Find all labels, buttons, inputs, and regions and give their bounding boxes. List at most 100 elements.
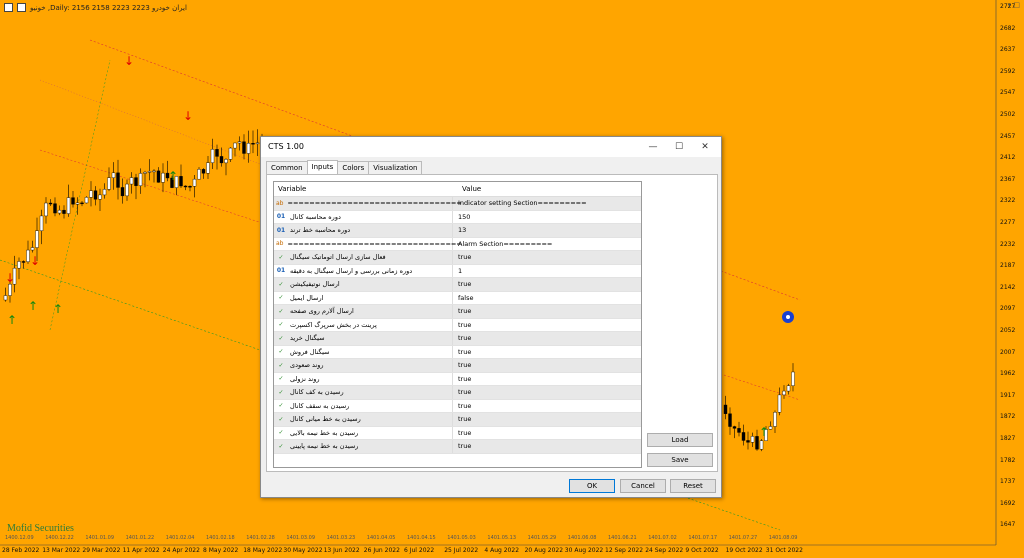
value-cell[interactable]: true: [453, 429, 641, 437]
table-row[interactable]: ✓ رسیدن به سقف کانال true: [274, 399, 641, 413]
value-cell[interactable]: 1: [453, 267, 641, 275]
table-row[interactable]: ✓ رسیدن به خط نیمه پایینی true: [274, 440, 641, 454]
bool-type-icon: ✓: [278, 415, 284, 423]
table-row[interactable]: ✓ رسیدن به خط میانی کانال true: [274, 413, 641, 427]
variable-name: سیگنال فروش: [290, 347, 330, 356]
column-value[interactable]: Value: [458, 182, 641, 196]
value-cell[interactable]: 13: [453, 226, 641, 234]
table-row[interactable]: 01 دوره زمانی بررسی و ارسال سیگنال به دقی…: [274, 264, 641, 278]
dialog-titlebar[interactable]: CTS 1.00 — ☐ ✕: [261, 137, 721, 157]
ok-button[interactable]: OK: [569, 479, 615, 493]
tab-colors[interactable]: Colors: [337, 161, 370, 175]
candle-body: [737, 428, 741, 433]
candle-body: [777, 394, 782, 413]
candle-body: [134, 177, 138, 186]
tab-visualization[interactable]: Visualization: [368, 161, 423, 175]
value-cell[interactable]: true: [453, 307, 641, 315]
value-cell[interactable]: true: [453, 375, 641, 383]
persian-date-tick: 1401.07.17: [688, 535, 718, 541]
price-tick: 1692: [1000, 499, 1016, 507]
sell-arrow-icon: ↓: [183, 109, 193, 123]
variable-cell: ✓ روند نزولی: [274, 372, 453, 385]
table-row[interactable]: ✓ ارسال آلارم روی صفحه true: [274, 305, 641, 319]
column-variable[interactable]: Variable: [274, 182, 458, 196]
price-tick: 1827: [1000, 435, 1016, 442]
save-button[interactable]: Save: [647, 453, 713, 467]
price-tick: 2502: [1000, 111, 1016, 118]
load-button[interactable]: Load: [647, 433, 713, 447]
price-tick: 2682: [1000, 24, 1016, 32]
value-cell[interactable]: true: [453, 402, 641, 410]
date-tick: 30 Aug 2022: [564, 547, 604, 554]
persian-date-tick: 1401.02.18: [206, 535, 235, 541]
table-row[interactable]: ✓ ارسال نوتیفیکیشن true: [274, 278, 641, 292]
value-cell[interactable]: true: [453, 280, 641, 288]
date-scale[interactable]: 28 Feb 2022 1400.12.09 13 Mar 2022 1400.12.…: [0, 535, 990, 558]
minimize-button[interactable]: —: [643, 140, 663, 154]
bool-type-icon: ✓: [278, 375, 284, 383]
candle-body: [98, 194, 102, 200]
date-tick: 31 Oct 2022: [765, 547, 803, 554]
persian-date-tick: 1401.07.02: [648, 535, 677, 541]
candle-body: [759, 440, 764, 450]
value-cell[interactable]: true: [453, 415, 641, 423]
cancel-button[interactable]: Cancel: [620, 479, 666, 493]
table-row[interactable]: ✓ رسیدن به کف کانال true: [274, 386, 641, 400]
date-tick: 24 Sep 2022: [645, 547, 684, 554]
table-row[interactable]: ab ================================ Indica…: [274, 197, 641, 211]
value-cell[interactable]: true: [453, 253, 641, 261]
table-row[interactable]: ✓ ارسال ایمیل false: [274, 291, 641, 305]
table-row[interactable]: ✓ فعال سازی ارسال اتوماتیک سیگنال true: [274, 251, 641, 265]
value-cell[interactable]: Alarm Section=========: [453, 240, 641, 248]
variable-cell: ✓ رسیدن به سقف کانال: [274, 399, 453, 412]
table-row[interactable]: ✓ سیگنال خرید true: [274, 332, 641, 346]
value-cell[interactable]: Indicator setting Section=========: [453, 199, 641, 207]
variable-cell: ✓ رسیدن به خط نیمه بالایی: [274, 426, 453, 439]
value-cell[interactable]: true: [453, 388, 641, 396]
date-tick: 30 May 2022: [283, 547, 323, 554]
inputs-panel: Variable Value ab =======================…: [266, 174, 718, 472]
tab-common[interactable]: Common: [266, 161, 308, 175]
chart-menu-icon[interactable]: [4, 3, 13, 12]
date-tick: 9 Oct 2022: [685, 547, 719, 554]
table-row[interactable]: ab ================================ Alarm …: [274, 237, 641, 251]
price-tick: 2637: [1000, 46, 1016, 54]
price-tick: 2412: [1000, 154, 1016, 162]
candle-body: [102, 189, 107, 196]
candle-body: [129, 177, 134, 185]
value-cell[interactable]: true: [453, 321, 641, 329]
buy-arrow-icon: ↑: [7, 313, 17, 327]
table-row[interactable]: ✓ رسیدن به خط نیمه بالایی true: [274, 426, 641, 440]
table-row[interactable]: ✓ روند صعودی true: [274, 359, 641, 373]
value-cell[interactable]: false: [453, 294, 641, 302]
candle-body: [84, 197, 89, 204]
table-row[interactable]: 01 دوره محاسبه خط ترند 13: [274, 224, 641, 238]
price-tick: 2592: [1000, 67, 1016, 75]
value-cell[interactable]: true: [453, 334, 641, 342]
value-cell[interactable]: true: [453, 361, 641, 369]
candle-body: [246, 143, 251, 154]
maximize-button[interactable]: ☐: [669, 140, 689, 154]
price-tick: 2322: [1000, 197, 1016, 205]
candle-body: [35, 230, 39, 248]
chart-settings-icon[interactable]: [17, 3, 26, 12]
table-row[interactable]: ✓ روند نزولی true: [274, 372, 641, 386]
price-tick: 2232: [1000, 240, 1016, 248]
date-tick: 4 Aug 2022: [484, 547, 520, 554]
table-row[interactable]: ✓ سیگنال فروش true: [274, 345, 641, 359]
table-row[interactable]: ✓ پرینت در بخش سرپرگ اکسپرت true: [274, 318, 641, 332]
bool-type-icon: ✓: [278, 348, 284, 356]
value-cell[interactable]: true: [453, 348, 641, 356]
candle-body: [93, 190, 98, 200]
price-tick: 1647: [1000, 521, 1016, 529]
price-scale[interactable]: 2727 2682 2637 2592 2547 2502 2457 2412 2367 2322…: [996, 0, 1024, 558]
value-cell[interactable]: 150: [453, 213, 641, 221]
value-cell[interactable]: true: [453, 442, 641, 450]
table-row[interactable]: 01 دوره محاسبه کانال 150: [274, 210, 641, 224]
variable-name: ================================: [287, 199, 462, 208]
price-tick: 1872: [1000, 413, 1016, 421]
close-button[interactable]: ✕: [695, 140, 715, 154]
reset-button[interactable]: Reset: [670, 479, 716, 493]
variable-name: رسیدن به کف کانال: [290, 388, 344, 397]
persian-date-tick: 1401.07.27: [728, 535, 758, 541]
